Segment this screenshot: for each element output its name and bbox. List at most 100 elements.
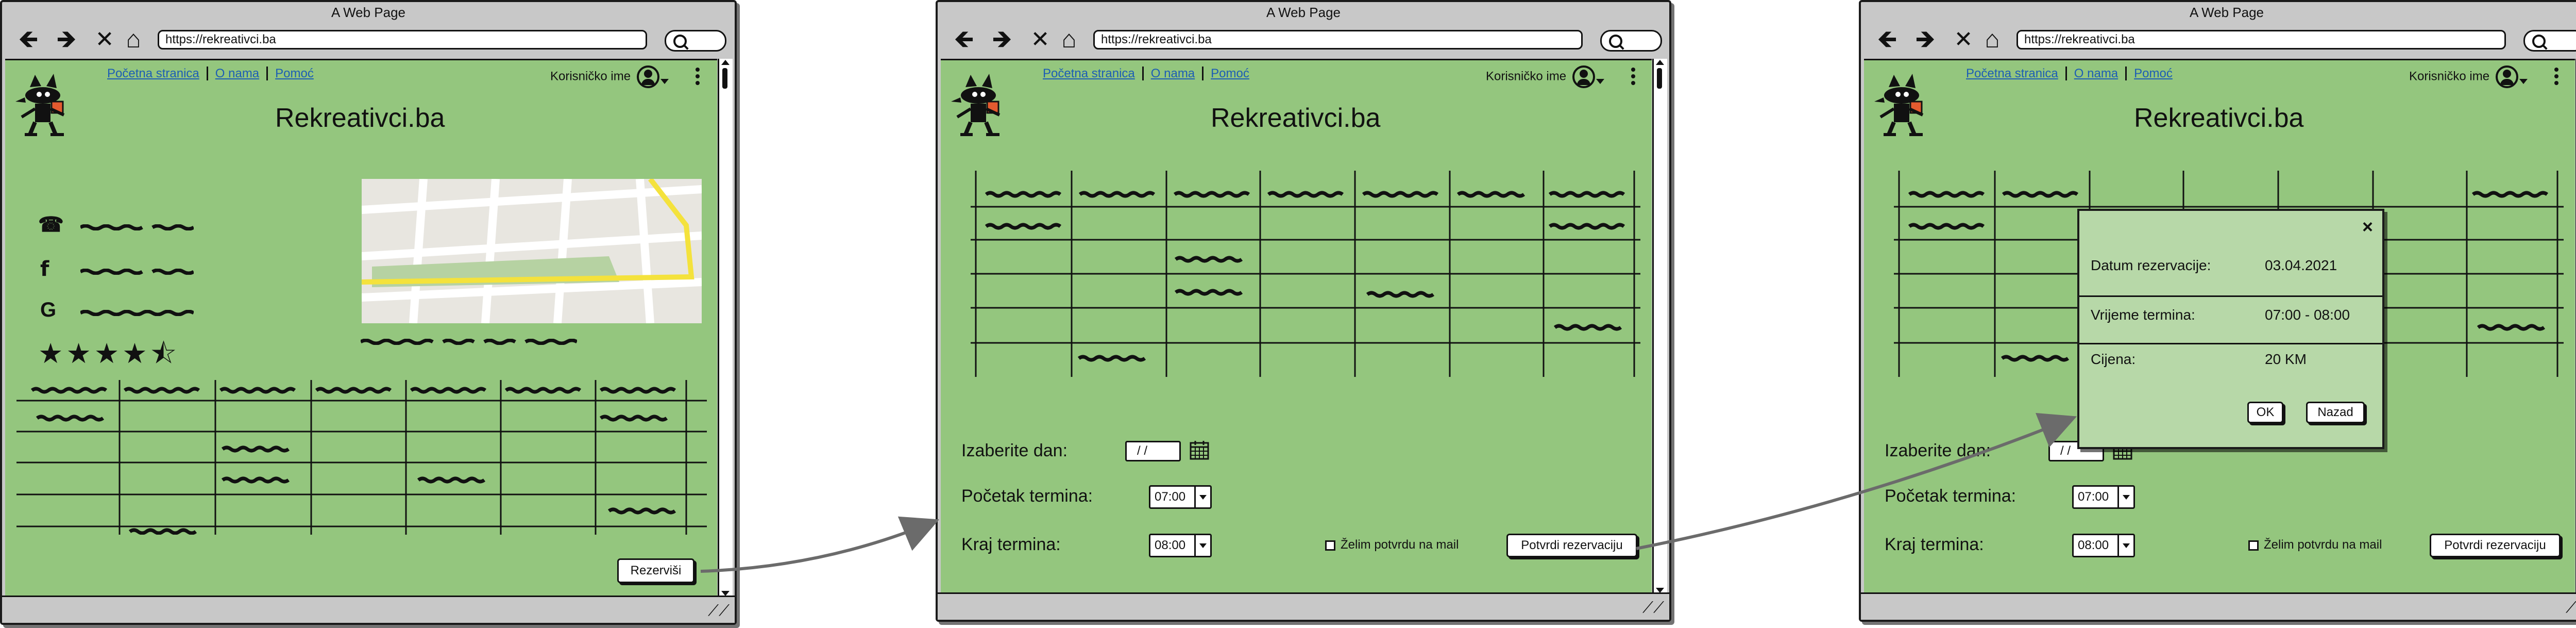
browser-window-venue: A Web Page 🡸 🡺 ✕ ⌂ https://rekreativci.b… (0, 0, 737, 625)
confirm-reservation-button[interactable]: Potvrdi rezervaciju (1506, 534, 1637, 557)
chevron-down-icon[interactable] (1596, 79, 1605, 84)
window-title: A Web Page (331, 5, 406, 20)
back-arrow-icon[interactable]: 🡸 (1872, 26, 1902, 54)
date-input[interactable]: / / (1125, 441, 1181, 461)
link-home[interactable]: Početna stranica (1043, 67, 1144, 80)
scroll-up-arrow-icon[interactable] (1656, 60, 1664, 65)
page-content: Početna stranica O nama Pomoć Korisničko i… (5, 59, 717, 597)
start-time-label: Početak termina: (1885, 486, 2016, 506)
chevron-down-icon[interactable] (1194, 535, 1210, 556)
end-time-value: 08:00 (1155, 538, 1186, 552)
stop-icon[interactable]: ✕ (90, 26, 120, 54)
rating-stars: ★★★★⯪ (38, 338, 180, 369)
home-icon[interactable]: ⌂ (1054, 26, 1084, 54)
wolf-logo (951, 74, 1001, 136)
dialog-divider (2079, 295, 2382, 297)
chevron-down-icon[interactable] (2519, 79, 2528, 84)
chevron-down-icon[interactable] (1194, 487, 1210, 507)
chevron-down-icon[interactable] (2117, 535, 2133, 556)
back-arrow-icon[interactable]: 🡸 (949, 26, 979, 54)
search-icon (1609, 35, 1622, 48)
address-bar[interactable]: https://rekreativci.ba (158, 30, 647, 49)
link-about[interactable]: O nama (2066, 67, 2127, 80)
stop-icon[interactable]: ✕ (1025, 26, 1055, 54)
user-menu[interactable]: Korisničko ime (1486, 65, 1605, 88)
dialog-time-label: Vrijeme termina: (2091, 307, 2195, 323)
chevron-down-icon[interactable] (660, 79, 669, 84)
window-title: A Web Page (1266, 5, 1341, 20)
resize-grip-icon[interactable]: ⟋⟋ (1642, 599, 1664, 617)
page-title: Rekreativci.ba (275, 103, 445, 133)
more-menu-icon[interactable] (1631, 68, 1635, 88)
link-about[interactable]: O nama (208, 67, 268, 80)
link-help[interactable]: Pomoć (2127, 67, 2180, 80)
close-icon[interactable]: × (2362, 216, 2373, 238)
link-home[interactable]: Početna stranica (1966, 67, 2067, 80)
checkbox-box[interactable] (2248, 540, 2259, 551)
status-bar: ⟋⟋ (938, 592, 1669, 620)
avatar-icon[interactable] (1572, 65, 1596, 88)
user-menu[interactable]: Korisničko ime (2409, 65, 2528, 88)
back-arrow-icon[interactable]: 🡸 (13, 26, 43, 54)
google-icon: G (40, 299, 57, 321)
scroll-thumb[interactable] (722, 68, 727, 89)
user-menu[interactable]: Korisničko ime (550, 65, 669, 88)
end-time-label: Kraj termina: (1885, 535, 1984, 554)
email-confirm-checkbox[interactable]: Želim potvrdu na mail (2248, 538, 2382, 552)
link-help[interactable]: Pomoć (268, 67, 321, 80)
scrollbar[interactable] (1652, 59, 1667, 594)
address-bar[interactable]: https://rekreativci.ba (2016, 30, 2506, 49)
stop-icon[interactable]: ✕ (1948, 26, 1978, 54)
link-help[interactable]: Pomoć (1204, 67, 1257, 80)
phone-text-placeholder (80, 224, 194, 230)
address-bar[interactable]: https://rekreativci.ba (1093, 30, 1583, 49)
dialog-price-value: 20 KM (2265, 351, 2307, 367)
link-about[interactable]: O nama (1143, 67, 1204, 80)
email-confirm-checkbox[interactable]: Želim potvrdu na mail (1325, 538, 1459, 552)
top-nav-links: Početna stranica O nama Pomoć (1043, 67, 1257, 81)
location-map (362, 179, 702, 323)
resize-grip-icon[interactable]: ⟋⟋ (708, 602, 730, 620)
start-time-value: 07:00 (2078, 490, 2109, 504)
start-time-select[interactable]: 07:00 (2072, 485, 2135, 509)
confirm-reservation-button[interactable]: Potvrdi rezervaciju (2430, 534, 2561, 557)
schedule-table (16, 380, 707, 535)
date-label: Izaberite dan: (1885, 441, 1991, 460)
scroll-thumb[interactable] (1657, 68, 1662, 89)
browser-search-field[interactable] (1600, 30, 1662, 52)
browser-window-booking: A Web Page 🡸 🡺 ✕ ⌂ https://rekreativci.b… (936, 0, 1671, 622)
browser-toolbar: 🡸 🡺 ✕ ⌂ https://rekreativci.ba (938, 22, 1669, 58)
link-home[interactable]: Početna stranica (107, 67, 208, 80)
end-time-value: 08:00 (2078, 538, 2109, 552)
wolf-logo (1874, 74, 1924, 136)
home-icon[interactable]: ⌂ (118, 26, 148, 54)
resize-grip-icon[interactable]: ⟋⟋ (2566, 599, 2576, 617)
checkbox-box[interactable] (1325, 540, 1335, 551)
more-menu-icon[interactable] (696, 68, 700, 88)
browser-search-field[interactable] (2523, 30, 2576, 52)
calendar-icon[interactable] (1189, 440, 1210, 460)
back-button[interactable]: Nazad (2306, 402, 2365, 423)
scroll-up-arrow-icon[interactable] (721, 60, 730, 65)
chevron-down-icon[interactable] (2117, 487, 2133, 507)
start-time-select[interactable]: 07:00 (1149, 485, 1212, 509)
scrollbar[interactable] (718, 59, 733, 597)
reserve-button[interactable]: Rezerviši (617, 558, 694, 583)
end-time-select[interactable]: 08:00 (1149, 534, 1212, 557)
browser-search-field[interactable] (665, 30, 726, 52)
username-label: Korisničko ime (2409, 69, 2490, 84)
forward-arrow-icon[interactable]: 🡺 (52, 26, 81, 54)
more-menu-icon[interactable] (2554, 68, 2558, 88)
avatar-icon[interactable] (637, 65, 660, 88)
avatar-icon[interactable] (2496, 65, 2519, 88)
facebook-text-placeholder (80, 269, 194, 275)
email-text-placeholder (80, 310, 194, 316)
date-label: Izaberite dan: (961, 441, 1068, 460)
home-icon[interactable]: ⌂ (1977, 26, 2007, 54)
forward-arrow-icon[interactable]: 🡺 (1910, 26, 1940, 54)
end-time-label: Kraj termina: (961, 535, 1061, 554)
end-time-select[interactable]: 08:00 (2072, 534, 2135, 557)
reservation-dialog: × Datum rezervacije: 03.04.2021 Vrijeme … (2077, 209, 2384, 449)
forward-arrow-icon[interactable]: 🡺 (987, 26, 1017, 54)
ok-button[interactable]: OK (2247, 402, 2283, 423)
